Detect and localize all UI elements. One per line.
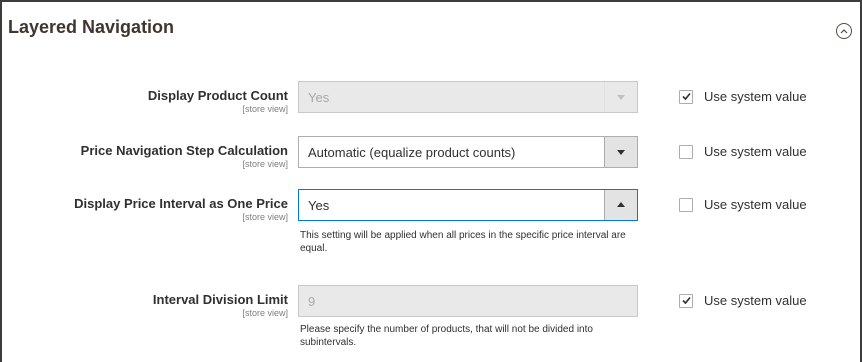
- field-label: Display Price Interval as One Price: [74, 196, 288, 211]
- field-label: Interval Division Limit: [152, 292, 288, 307]
- field-scope: [store view]: [242, 159, 288, 169]
- chevron-up-circle-icon[interactable]: [836, 23, 852, 39]
- triangle-down-icon: [617, 150, 625, 155]
- field-scope: [store view]: [242, 212, 288, 222]
- use-system-value-checkbox-display-product-count[interactable]: [679, 90, 693, 104]
- field-label: Display Product Count: [147, 88, 288, 103]
- field-label-interval-division-limit: Interval Division Limit [store view]: [8, 292, 288, 319]
- use-system-value-label[interactable]: Use system value: [704, 197, 807, 212]
- field-note-interval-division-limit: Please specify the number of products, t…: [300, 324, 593, 348]
- triangle-down-icon: [617, 95, 625, 100]
- use-system-value-label[interactable]: Use system value: [704, 293, 807, 308]
- field-label-price-navigation-step-calculation: Price Navigation Step Calculation [store…: [8, 143, 288, 170]
- use-system-value-checkbox-interval-division-limit[interactable]: [679, 294, 693, 308]
- select-value: Automatic (equalize product counts): [308, 145, 516, 160]
- field-label-display-price-interval-as-one-price: Display Price Interval as One Price [sto…: [8, 196, 288, 223]
- section-header[interactable]: Layered Navigation: [0, 0, 862, 60]
- price-navigation-step-calculation-select[interactable]: Automatic (equalize product counts): [298, 136, 638, 168]
- field-label: Price Navigation Step Calculation: [80, 143, 288, 158]
- check-icon: [682, 92, 691, 101]
- field-note-display-price-interval: This setting will be applied when all pr…: [300, 230, 626, 254]
- dropdown-toggle[interactable]: [604, 190, 637, 220]
- field-scope: [store view]: [242, 308, 288, 318]
- display-product-count-select[interactable]: Yes: [298, 81, 638, 113]
- triangle-up-icon: [617, 202, 625, 207]
- dropdown-toggle: [604, 82, 637, 112]
- use-system-value-label[interactable]: Use system value: [704, 89, 807, 104]
- interval-division-limit-input[interactable]: 9: [298, 285, 638, 317]
- select-value: Yes: [308, 198, 330, 213]
- use-system-value-checkbox-display-price-interval[interactable]: [679, 198, 693, 212]
- check-icon: [682, 296, 691, 305]
- field-label-display-product-count: Display Product Count [store view]: [8, 88, 288, 115]
- use-system-value-label[interactable]: Use system value: [704, 144, 807, 159]
- dropdown-toggle[interactable]: [604, 137, 637, 167]
- use-system-value-checkbox-price-navigation-step-calculation[interactable]: [679, 145, 693, 159]
- display-price-interval-as-one-price-select[interactable]: Yes: [298, 189, 638, 221]
- field-scope: [store view]: [242, 104, 288, 114]
- select-value: Yes: [308, 90, 330, 105]
- section-title: Layered Navigation: [8, 17, 175, 37]
- input-value: 9: [308, 294, 316, 309]
